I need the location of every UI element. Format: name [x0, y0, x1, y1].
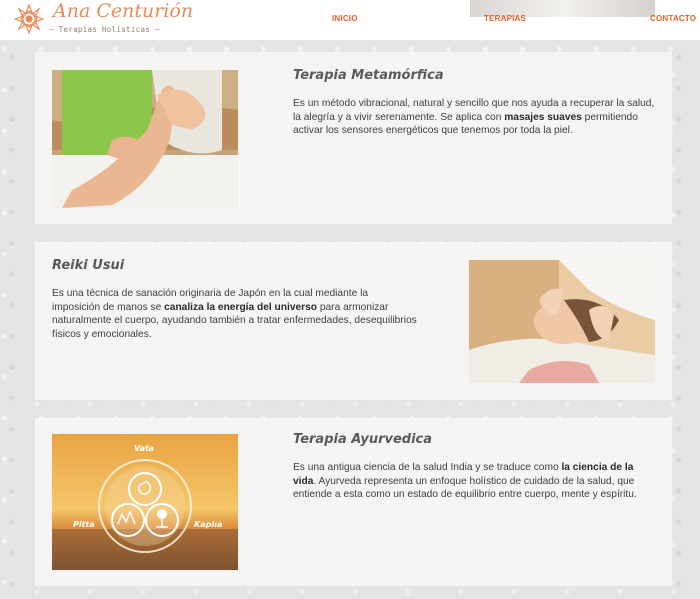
card-title: Terapia Ayurvedica	[293, 432, 433, 447]
reiki-session-photo	[469, 260, 655, 383]
nav-inicio[interactable]: INICIO	[332, 14, 358, 23]
dosha-pitta-label: Pitta	[73, 520, 95, 529]
card-text-bold: masajes suaves	[504, 111, 582, 123]
card-text-part: Es una antigua ciencia de la salud India…	[293, 462, 562, 473]
foot-massage-photo	[52, 70, 238, 208]
card-text-part: . Ayurveda representa un enfoque holísti…	[293, 475, 637, 501]
card-description: Es una técnica de sanación originaria de…	[52, 287, 417, 341]
logo-tagline: — Terapias Holísticas —	[49, 25, 160, 34]
therapy-card-reiki: Reiki Usui Es una técnica de sanación or…	[35, 242, 672, 400]
logo-name: Ana Centurión	[53, 0, 194, 22]
therapy-card-metamorfica: Terapia Metamórfica Es un método vibraci…	[35, 52, 672, 224]
mandala-logo-icon	[13, 3, 45, 35]
nav-contacto[interactable]: CONTACTO	[650, 14, 696, 23]
card-description: Es un método vibracional, natural y senc…	[293, 97, 658, 138]
nav-terapias[interactable]: TERAPIAS	[484, 14, 526, 23]
card-title: Reiki Usui	[52, 258, 125, 273]
doshas-sunset-graphic: Vata Pitta Kapha	[52, 434, 238, 570]
card-text-bold: canaliza la energía del universo	[164, 301, 318, 313]
dosha-kapha-label: Kapha	[194, 520, 223, 529]
dosha-vata-label: Vata	[134, 444, 155, 453]
card-description: Es una antigua ciencia de la salud India…	[293, 461, 658, 502]
therapy-card-ayurvedica: Vata Pitta Kapha Terapia Ayurvedica Es u…	[35, 418, 672, 586]
site-logo[interactable]: Ana Centurión — Terapias Holísticas —	[13, 0, 193, 37]
card-title: Terapia Metamórfica	[293, 68, 444, 83]
site-header: Ana Centurión — Terapias Holísticas — IN…	[0, 0, 700, 40]
